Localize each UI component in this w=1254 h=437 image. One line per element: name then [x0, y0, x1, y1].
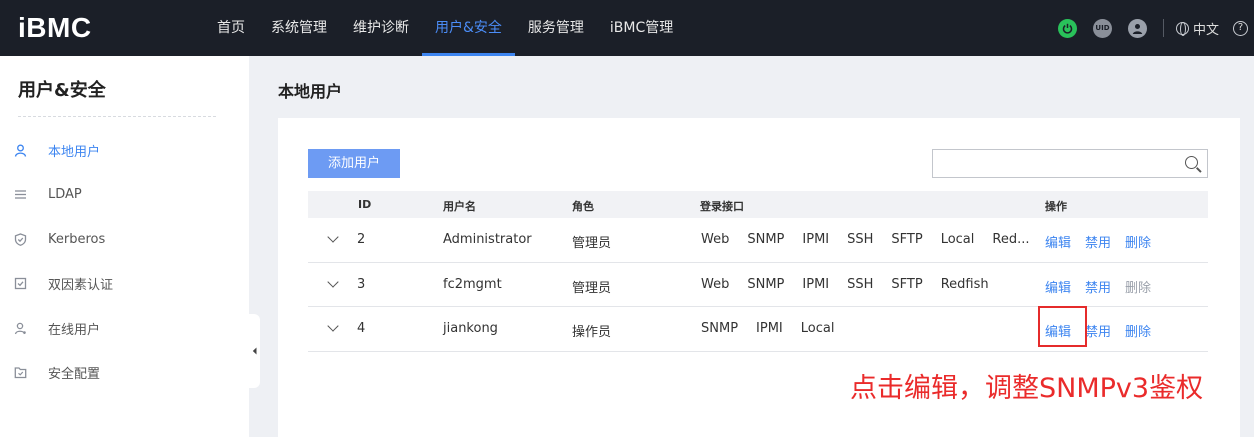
- interface-tag: IPMI: [802, 232, 830, 247]
- user-role: 管理员: [572, 280, 612, 296]
- sidebar-menu: 本地用户 LDAP Kerberos 双因素认证 在线用户 安全配置: [0, 128, 249, 395]
- edit-highlight-box: [1038, 306, 1087, 347]
- expand-chevron-icon[interactable]: [327, 275, 339, 288]
- header-tools: UID 中文 ?: [1057, 0, 1254, 56]
- help-icon[interactable]: ?: [1233, 20, 1248, 36]
- sidebar-item-ldap[interactable]: LDAP: [0, 173, 249, 218]
- edit-button[interactable]: 编辑: [1045, 277, 1071, 296]
- check-box-icon: [14, 277, 27, 290]
- user-id: 2: [357, 232, 366, 247]
- disable-button[interactable]: 禁用: [1085, 277, 1111, 296]
- sidebar-item-label: 在线用户: [48, 322, 101, 338]
- sidebar-item-label: 双因素认证: [48, 278, 114, 294]
- interface-tag: SSH: [847, 276, 874, 292]
- nav-user-security[interactable]: 用户&安全: [422, 0, 515, 56]
- interface-tag: IPMI: [802, 276, 830, 292]
- interface-tag: Web: [701, 232, 730, 247]
- chevron-left-icon: [252, 347, 256, 355]
- interface-tag: SNMP: [747, 232, 785, 247]
- row-actions: 编辑 禁用 删除: [1045, 232, 1165, 251]
- user-role: 操作员: [572, 325, 612, 340]
- table-header: ID 用户名 角色 登录接口 操作: [308, 191, 1208, 218]
- column-header-username: 用户名: [443, 200, 476, 213]
- annotation-text: 点击编辑，调整SNMPv3鉴权: [850, 373, 1204, 404]
- interface-tag: IPMI: [756, 321, 783, 336]
- disable-button[interactable]: 禁用: [1085, 321, 1111, 340]
- header-separator: [1162, 19, 1164, 37]
- sidebar-item-security-config[interactable]: 安全配置: [0, 351, 249, 396]
- user-name: Administrator: [443, 232, 532, 247]
- delete-button[interactable]: 删除: [1125, 232, 1151, 251]
- disable-button[interactable]: 禁用: [1085, 232, 1111, 251]
- sidebar-item-kerberos[interactable]: Kerberos: [0, 217, 249, 262]
- sidebar-item-local-users[interactable]: 本地用户: [0, 128, 249, 173]
- add-user-button[interactable]: 添加用户: [308, 149, 400, 178]
- nav-home[interactable]: 首页: [204, 0, 258, 56]
- folder-icon: [14, 366, 27, 379]
- table-row: 2 Administrator 管理员 Web SNMP IPMI SSH SF…: [308, 218, 1208, 263]
- user-role: 管理员: [572, 236, 612, 251]
- search-box: [932, 149, 1208, 178]
- column-header-id: ID: [358, 198, 372, 211]
- delete-button[interactable]: 删除: [1125, 277, 1151, 296]
- user-id: 4: [357, 321, 366, 336]
- interface-tag: SNMP: [747, 276, 785, 292]
- search-input[interactable]: [933, 150, 1173, 177]
- sidebar-item-two-factor[interactable]: 双因素认证: [0, 262, 249, 307]
- language-switch[interactable]: 中文: [1175, 19, 1219, 38]
- edit-button[interactable]: 编辑: [1045, 232, 1071, 251]
- sidebar-item-label: 本地用户: [48, 144, 101, 160]
- user-name: fc2mgmt: [443, 276, 502, 292]
- top-bar: iBMC 首页 系统管理 维护诊断 用户&安全 服务管理 iBMC管理 UID …: [0, 0, 1254, 56]
- main-nav: 首页 系统管理 维护诊断 用户&安全 服务管理 iBMC管理: [204, 0, 686, 56]
- interface-tag: Local: [940, 232, 975, 247]
- column-header-login-interfaces: 登录接口: [700, 200, 744, 213]
- interface-tag: SSH: [847, 232, 874, 247]
- interface-tag: SFTP: [891, 232, 923, 247]
- sidebar-title: 用户&安全: [18, 80, 106, 101]
- interface-tag: Local: [800, 321, 835, 336]
- search-icon[interactable]: [1185, 156, 1198, 169]
- interface-tag: SNMP: [701, 321, 739, 336]
- column-header-operations: 操作: [1045, 200, 1067, 213]
- sidebar: 用户&安全 本地用户 LDAP Kerberos 双因素认证 在线用户 安全配置: [0, 56, 249, 437]
- delete-button[interactable]: 删除: [1125, 321, 1151, 340]
- interface-tag: Redfish: [940, 276, 989, 292]
- globe-icon: [1175, 21, 1189, 36]
- interface-tag: Red...: [992, 232, 1030, 247]
- sidebar-item-label: LDAP: [48, 187, 82, 203]
- online-user-icon: [14, 322, 27, 335]
- interface-tag: SFTP: [891, 276, 923, 292]
- login-interfaces: Web SNMP IPMI SSH SFTP Redfish: [701, 277, 1007, 292]
- uid-icon[interactable]: UID: [1092, 18, 1112, 38]
- language-label: 中文: [1192, 22, 1219, 38]
- page-title: 本地用户: [278, 82, 343, 101]
- sidebar-item-online-users[interactable]: 在线用户: [0, 306, 249, 351]
- nav-ibmc-management[interactable]: iBMC管理: [597, 0, 686, 56]
- user-account-icon[interactable]: [1127, 18, 1147, 38]
- interface-tag: Web: [701, 276, 730, 292]
- user-icon: [14, 144, 27, 157]
- login-interfaces: SNMP IPMI Local: [701, 321, 852, 336]
- power-icon[interactable]: [1057, 18, 1077, 38]
- row-actions: 编辑 禁用 删除: [1045, 277, 1165, 296]
- sidebar-item-label: 安全配置: [48, 367, 101, 383]
- login-interfaces: Web SNMP IPMI SSH SFTP Local Red...: [701, 232, 1048, 247]
- sidebar-item-label: Kerberos: [48, 231, 106, 247]
- nav-system-management[interactable]: 系统管理: [258, 0, 340, 56]
- expand-chevron-icon[interactable]: [327, 320, 339, 332]
- user-id: 3: [357, 276, 366, 292]
- list-icon: [14, 188, 27, 201]
- ibmc-logo[interactable]: iBMC: [18, 12, 92, 44]
- sidebar-divider: [18, 116, 216, 117]
- user-name: jiankong: [443, 321, 498, 336]
- table-row: 3 fc2mgmt 管理员 Web SNMP IPMI SSH SFTP Red…: [308, 263, 1208, 307]
- nav-maintenance[interactable]: 维护诊断: [340, 0, 422, 56]
- shield-icon: [14, 233, 27, 246]
- expand-chevron-icon[interactable]: [327, 231, 339, 243]
- sidebar-collapse-button[interactable]: [248, 314, 260, 388]
- nav-service-management[interactable]: 服务管理: [515, 0, 597, 56]
- column-header-role: 角色: [572, 200, 594, 213]
